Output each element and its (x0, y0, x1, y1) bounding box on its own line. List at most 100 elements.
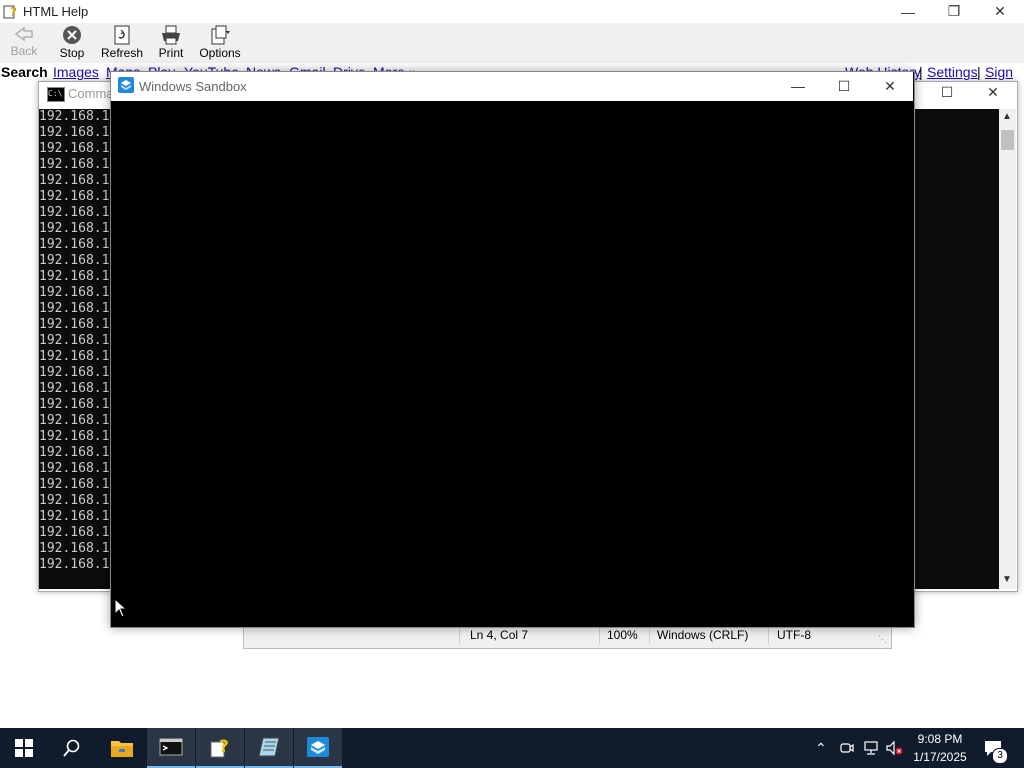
cmd-output-line: 192.168.1 (39, 237, 110, 252)
svg-text:?: ? (219, 737, 229, 757)
close-icon: ✕ (987, 84, 999, 100)
maximize-icon: ☐ (940, 84, 954, 100)
options-icon (211, 25, 230, 45)
cmd-output-line: 192.168.1 (39, 221, 110, 236)
cmd-output-line: 192.168.1 (39, 509, 110, 524)
cmd-output-line: 192.168.1 (39, 173, 110, 188)
windows-logo-icon (15, 739, 33, 757)
cmd-output-line: 192.168.1 (39, 445, 110, 460)
maximize-icon: ☐ (837, 77, 851, 94)
meet-now-icon[interactable] (839, 740, 855, 756)
cmd-output-line: 192.168.1 (39, 333, 110, 348)
notepad-icon (258, 737, 280, 757)
cmd-output-line: 192.168.1 (39, 397, 110, 412)
scroll-down-icon[interactable]: ▼ (1002, 574, 1012, 585)
cmd-output-line: 192.168.1 (39, 205, 110, 220)
sandbox-icon (307, 737, 329, 757)
taskbar-windows-sandbox[interactable] (294, 728, 342, 768)
volume-muted-icon[interactable] (885, 740, 903, 756)
network-icon[interactable] (862, 740, 880, 756)
printer-icon (162, 25, 180, 45)
cmd-output-line: 192.168.1 (39, 525, 110, 540)
refresh-button[interactable]: Refresh (100, 25, 144, 63)
notification-count-badge: 3 (992, 748, 1008, 764)
help-app-icon: ? (3, 3, 19, 19)
cmd-output-line: 192.168.1 (39, 461, 110, 476)
status-cursor-position: Ln 4, Col 7 (470, 628, 529, 642)
folder-icon (111, 741, 133, 757)
windows-sandbox-window[interactable] (110, 71, 915, 628)
cmd-output-line: 192.168.1 (39, 349, 110, 364)
cmd-output-lines: 192.168.1 192.168.1 192.168.1 192.168.1 192.… (39, 109, 119, 573)
nav-images-link[interactable]: Images (53, 64, 99, 80)
cmd-output-line: 192.168.1 (39, 253, 110, 268)
terminal-icon (159, 738, 183, 756)
taskbar-command-prompt[interactable] (147, 728, 195, 768)
clock-date[interactable]: 1/17/2025 (905, 750, 975, 764)
taskbar-file-explorer[interactable] (98, 728, 146, 768)
sandbox-maximize-button[interactable]: ☐ (821, 72, 867, 100)
taskbar-search-button[interactable] (48, 728, 96, 768)
help-close-button[interactable]: ✕ (977, 0, 1023, 23)
cmd-output-line: 192.168.1 (39, 141, 110, 156)
cmd-output-line: 192.168.1 (39, 269, 110, 284)
cmd-output-line: 192.168.1 (39, 381, 110, 396)
help-title-bar[interactable]: ? HTML Help — ❐ ✕ (0, 0, 1024, 23)
help-minimize-button[interactable]: — (885, 0, 931, 23)
cmd-scrollbar-thumb[interactable] (1001, 130, 1014, 150)
cmd-app-icon: C:\ (47, 87, 65, 102)
cmd-output-line: 192.168.1 (39, 541, 110, 556)
cmd-output-line: 192.168.1 (39, 365, 110, 380)
nav-settings-link[interactable]: Settings (927, 64, 978, 80)
refresh-icon (114, 25, 130, 45)
stop-icon (63, 26, 81, 44)
close-icon: ✕ (994, 3, 1006, 19)
help-restore-button[interactable]: ❐ (931, 0, 977, 23)
cmd-output-line: 192.168.1 (39, 109, 110, 124)
cmd-output-line: 192.168.1 (39, 285, 110, 300)
stop-button[interactable]: Stop (56, 25, 88, 63)
start-button[interactable] (0, 728, 48, 768)
status-separator (599, 626, 600, 644)
cmd-output-line: 192.168.1 (39, 413, 110, 428)
sandbox-window-title: Windows Sandbox (139, 79, 247, 94)
nav-search[interactable]: Search (1, 64, 48, 80)
back-label: Back (10, 44, 38, 58)
close-icon: ✕ (884, 77, 896, 94)
refresh-label: Refresh (100, 46, 144, 60)
svg-text:?: ? (10, 5, 17, 19)
cmd-output-line: 192.168.1 (39, 189, 110, 204)
sandbox-minimize-button[interactable]: — (775, 72, 821, 100)
action-center-button[interactable]: 3 (980, 728, 1010, 768)
cmd-output-line: 192.168.1 (39, 557, 110, 572)
print-button[interactable]: Print (156, 25, 186, 63)
resize-grip-icon[interactable]: ⋱ (878, 634, 887, 645)
stop-label: Stop (59, 46, 85, 60)
nav-separator: | (977, 64, 981, 80)
taskbar-notepad[interactable] (245, 728, 293, 768)
nav-separator: | (919, 64, 923, 80)
clock-time[interactable]: 9:08 PM (905, 732, 975, 746)
sandbox-close-button[interactable]: ✕ (867, 72, 913, 100)
options-label: Options (199, 46, 241, 60)
status-separator (649, 626, 650, 644)
cmd-output-line: 192.168.1 (39, 157, 110, 172)
help-icon: ? (210, 737, 229, 758)
search-icon (63, 739, 80, 757)
show-hidden-icons-chevron-icon[interactable]: ⌃ (815, 740, 827, 757)
status-zoom: 100% (607, 628, 638, 642)
back-button[interactable]: Back (8, 25, 40, 63)
help-window-title: HTML Help (23, 4, 89, 19)
taskbar-html-help[interactable]: ? (196, 728, 244, 768)
scroll-up-icon[interactable]: ▲ (1002, 111, 1012, 122)
back-arrow-icon (14, 26, 33, 42)
cmd-close-button[interactable]: ✕ (970, 81, 1016, 104)
status-separator (459, 626, 460, 644)
cmd-output-line: 192.168.1 (39, 477, 110, 492)
print-label: Print (158, 46, 184, 60)
options-button[interactable]: Options (198, 25, 242, 63)
cmd-output-line: 192.168.1 (39, 301, 110, 316)
sandbox-app-icon (118, 77, 134, 93)
cmd-maximize-button[interactable]: ☐ (924, 81, 970, 104)
cmd-scrollbar[interactable]: ▲ ▼ (999, 109, 1016, 589)
